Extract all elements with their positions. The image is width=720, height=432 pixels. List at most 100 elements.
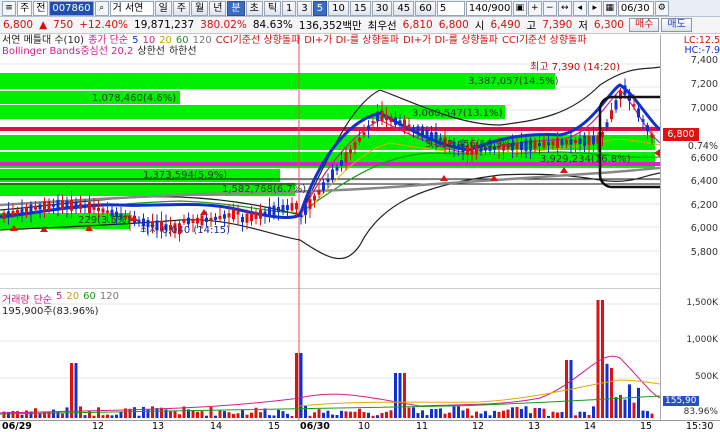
volume-bar (317, 409, 321, 418)
volume-bar (362, 412, 366, 418)
candle (371, 120, 375, 124)
candle (295, 202, 298, 210)
price-axis[interactable]: LC:12.5 HC:-7.9 7,400 7,200 7,000 6,800 … (660, 35, 720, 288)
vp-label-6: 1,373,594(5.9%) (143, 170, 228, 181)
interval-custom-input[interactable]: 5 (436, 0, 465, 16)
candle (610, 110, 613, 120)
legend-dmi-signal-1[interactable]: DI+가 DI-를 상향돌파 (304, 35, 399, 46)
date-axis[interactable]: 06/29 12 13 14 15 06/30 10 11 12 13 14 1… (0, 420, 720, 432)
volume-axis[interactable]: 1,500K 1,000K 500K 155,90 83.96% (660, 288, 720, 420)
period-tick-button[interactable]: 틱 (263, 0, 282, 16)
volume-bar (304, 406, 307, 418)
expand-icon[interactable]: ↔ (557, 0, 572, 16)
volume-last-pct: 83.96% (683, 407, 718, 417)
candle (61, 200, 64, 210)
volume-bar (272, 415, 276, 418)
candle (272, 205, 276, 216)
volume-bar (205, 415, 208, 418)
volume-bar (308, 415, 312, 418)
bar-count-input[interactable]: 140/900 (465, 0, 512, 16)
volume-chart[interactable] (0, 288, 660, 420)
volume-bar (353, 411, 357, 418)
best-bid: 6,800 (438, 19, 469, 31)
volume-bar (214, 415, 217, 418)
search-icon[interactable]: ⌕ (94, 0, 109, 16)
period-week-button[interactable]: 주 (172, 0, 190, 16)
candle (7, 211, 10, 218)
interval-10-button[interactable]: 10 (328, 0, 349, 16)
candle (16, 209, 19, 214)
buy-button[interactable]: 매수 (628, 18, 660, 32)
candle (646, 125, 649, 132)
interval-45-button[interactable]: 45 (393, 0, 415, 16)
calendar-icon[interactable]: ▦ (602, 0, 617, 16)
candle (565, 140, 568, 145)
sell-button[interactable]: 매도 (661, 18, 692, 32)
volume-bar (209, 406, 213, 418)
period-year-button[interactable]: 년 (209, 0, 227, 16)
legend-cci-signal-2[interactable]: CCI기준선 상향돌파 (502, 35, 587, 46)
high-label: 고 (526, 19, 537, 32)
volume-bar (236, 413, 240, 418)
candle (547, 141, 550, 146)
legend-dmi-signal-2[interactable]: DI+가 DI-를 상향돌파 (403, 35, 498, 46)
legend-ma-label[interactable]: 종가 단순 (88, 35, 128, 46)
lock-icon[interactable]: ▣ (512, 0, 527, 16)
scroll-left-icon[interactable]: ◂ (572, 0, 587, 16)
interval-3-button[interactable]: 3 (297, 0, 312, 16)
volume-bar (259, 412, 262, 418)
volume-bar (641, 410, 645, 418)
volume-bar (587, 415, 591, 418)
zoom-out-icon[interactable]: − (542, 0, 557, 16)
type-select[interactable]: 전 (33, 0, 49, 16)
market-select[interactable]: 주 (17, 0, 33, 16)
interval-1-button[interactable]: 1 (282, 0, 297, 16)
volume-bar (425, 415, 429, 418)
open-price: 6,490 (490, 19, 521, 31)
volume-tick: 500K (694, 372, 718, 382)
period-day-button[interactable]: 일 (154, 0, 172, 16)
interval-15-button[interactable]: 15 (349, 0, 371, 16)
candle (344, 152, 348, 163)
stock-code-input[interactable]: 007860 (49, 0, 94, 16)
legend-cci-signal[interactable]: CCI기준선 상향돌파 (216, 35, 301, 46)
candle (106, 210, 109, 213)
settings-icon[interactable]: ⚙ (654, 0, 669, 16)
interval-60-button[interactable]: 60 (415, 0, 436, 16)
volume-ratio: 380.02% (200, 19, 247, 31)
volume-bar (637, 387, 640, 418)
date-input[interactable]: 06/30 (617, 0, 654, 16)
volume-bar (358, 408, 361, 418)
price-tick: 6,400 (690, 176, 718, 187)
volume-bar (286, 413, 289, 418)
volume-bar (385, 411, 388, 418)
volume-bar (178, 414, 181, 418)
volume-current-value: 195,900주(83.96%) (2, 306, 99, 317)
candle (83, 205, 87, 208)
candle (47, 201, 51, 211)
legend-bb[interactable]: Bollinger Bands중심선 20,2 (2, 46, 133, 57)
volume-bar (583, 411, 586, 418)
candle (592, 135, 595, 145)
volume-bar (434, 408, 438, 418)
volume-bar (398, 373, 402, 418)
period-second-button[interactable]: 초 (245, 0, 263, 16)
interval-5-button[interactable]: 5 (312, 0, 328, 16)
volume-bar (232, 413, 235, 418)
low-label: 저 (578, 19, 588, 32)
candle (232, 208, 235, 220)
interval-30-button[interactable]: 30 (371, 0, 393, 16)
scroll-right-icon[interactable]: ▸ (587, 0, 602, 16)
candle (236, 211, 240, 215)
legend-main[interactable]: 서연 메틀대 수(10) (2, 35, 84, 46)
period-minute-button[interactable]: 분 (227, 0, 245, 16)
zoom-in-icon[interactable]: + (527, 0, 542, 16)
quote-bar: 6,800 ▲ 750 +12.40% 19,871,237 380.02% 8… (0, 17, 720, 34)
volume-bar (493, 410, 496, 418)
menu-icon[interactable]: ≡ (2, 0, 16, 16)
period-month-button[interactable]: 월 (191, 0, 209, 16)
volume-bar (196, 411, 199, 418)
candle (601, 131, 604, 138)
volume-bar (331, 414, 334, 418)
volume-bar (70, 363, 73, 418)
